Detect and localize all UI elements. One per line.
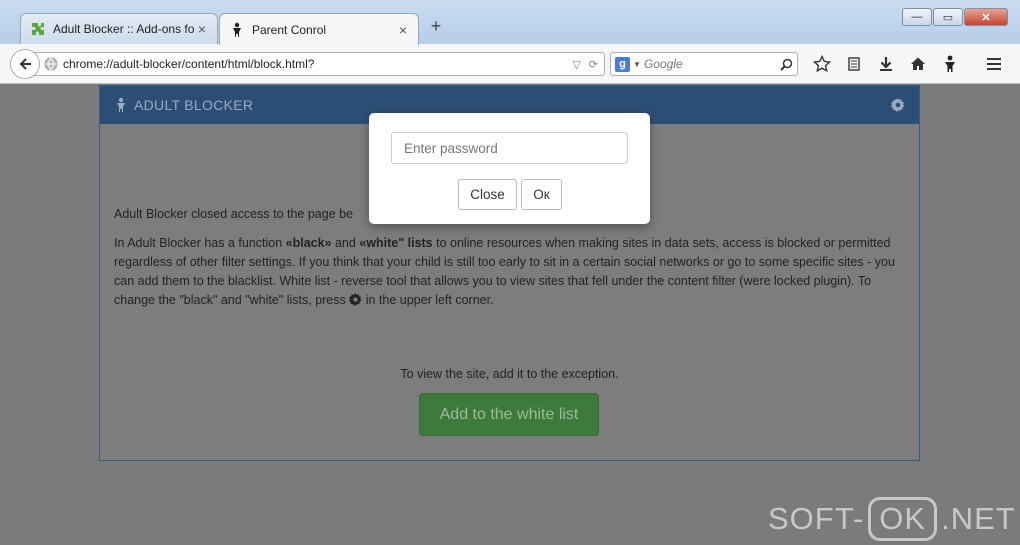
password-input[interactable] bbox=[391, 132, 628, 164]
reading-list-icon[interactable] bbox=[838, 52, 870, 76]
tab-label: Parent Conrol bbox=[252, 22, 327, 37]
window-controls: — ▭ ✕ bbox=[901, 8, 1008, 26]
ok-button[interactable]: Ок bbox=[521, 179, 562, 210]
tab-label: Adult Blocker :: Add-ons fo... bbox=[53, 22, 195, 36]
add-to-white-list-button[interactable]: Add to the white list bbox=[419, 393, 599, 436]
url-bar[interactable]: chrome://adult-blocker/content/html/bloc… bbox=[30, 52, 605, 76]
minimize-button[interactable]: — bbox=[902, 8, 932, 26]
description-text: In Adult Blocker has a function «black» … bbox=[114, 236, 895, 307]
navigation-bar: chrome://adult-blocker/content/html/bloc… bbox=[0, 44, 1020, 84]
google-logo-icon[interactable]: g bbox=[615, 56, 630, 72]
password-dialog: Close Ок bbox=[369, 113, 650, 224]
back-arrow-icon bbox=[19, 58, 31, 70]
puzzle-icon bbox=[29, 20, 47, 38]
engine-dropdown-icon[interactable]: ▼ bbox=[633, 60, 641, 69]
soft-ok-watermark: SOFT- OK .NET bbox=[768, 496, 1016, 542]
parent-control-icon[interactable] bbox=[934, 52, 966, 76]
new-tab-button[interactable]: + bbox=[426, 16, 446, 37]
exception-text: To view the site, add it to the exceptio… bbox=[400, 367, 619, 381]
close-button[interactable]: Close bbox=[458, 179, 517, 210]
black-list-label: «black» bbox=[285, 236, 332, 250]
child-icon bbox=[228, 21, 246, 39]
closed-access-text: Adult Blocker closed access to the page … bbox=[114, 207, 354, 221]
gear-icon bbox=[349, 293, 362, 306]
bookmark-star-icon[interactable] bbox=[806, 52, 838, 76]
back-button[interactable] bbox=[10, 49, 40, 79]
settings-gear-icon[interactable] bbox=[891, 98, 905, 112]
globe-icon bbox=[44, 57, 58, 71]
hamburger-menu-icon[interactable] bbox=[982, 52, 1006, 76]
tab-close-icon[interactable]: × bbox=[396, 22, 410, 38]
search-placeholder: Google bbox=[643, 57, 683, 71]
close-window-button[interactable]: ✕ bbox=[964, 8, 1008, 26]
tab-parent-control[interactable]: Parent Conrol × bbox=[219, 13, 419, 45]
reload-icon[interactable]: ⟳ bbox=[589, 58, 598, 71]
url-text: chrome://adult-blocker/content/html/bloc… bbox=[63, 57, 315, 71]
download-icon[interactable] bbox=[870, 52, 902, 76]
home-icon[interactable] bbox=[902, 52, 934, 76]
tab-close-icon[interactable]: × bbox=[195, 21, 209, 37]
child-icon bbox=[117, 97, 125, 112]
panel-title: ADULT BLOCKER bbox=[134, 97, 254, 113]
tab-adult-blocker-addons[interactable]: Adult Blocker :: Add-ons fo... × bbox=[20, 13, 218, 44]
search-bar[interactable]: g ▼ Google bbox=[610, 52, 798, 76]
browser-title-bar: Adult Blocker :: Add-ons fo... × Parent … bbox=[0, 0, 1020, 45]
search-icon[interactable] bbox=[780, 58, 793, 71]
dropdown-arrow-icon[interactable]: ▽ bbox=[572, 58, 580, 71]
white-list-label: «white" lists bbox=[359, 236, 433, 250]
maximize-button[interactable]: ▭ bbox=[933, 8, 963, 26]
